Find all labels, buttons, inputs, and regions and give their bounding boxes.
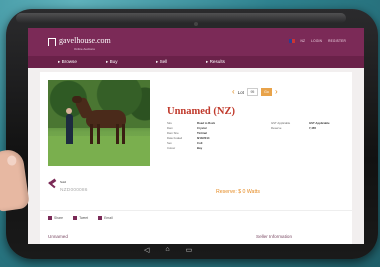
spec-value: Road to Rock <box>197 122 215 125</box>
logo[interactable]: gavelhouse.com <box>48 36 111 46</box>
spec-value-text: GST Applicable <box>309 121 330 125</box>
camera-icon <box>194 22 198 26</box>
handler-figure <box>66 114 73 144</box>
logo-text: gavelhouse.com <box>59 36 111 45</box>
site-header: gavelhouse.com Online Auctions NZ LOGIN … <box>28 28 364 56</box>
next-lot-icon[interactable]: › <box>275 88 278 96</box>
horse-head <box>72 96 82 103</box>
email-button[interactable]: Email <box>98 216 113 220</box>
spec-row: Sex <box>167 142 172 145</box>
spec-row: Colour <box>167 147 175 150</box>
spec-value-text: Crystal <box>197 126 207 130</box>
spec-key: Dam Sire <box>167 131 179 135</box>
spec-value-text: Road to Rock <box>197 121 216 125</box>
nav-browse-label: Browse <box>61 59 77 64</box>
spec-row: Reserve <box>271 127 281 130</box>
spec-key: Dam <box>167 126 173 130</box>
tweet-label: Tweet <box>79 216 89 220</box>
spec-value-text: Colt <box>197 141 203 145</box>
nav-buy-label: Buy <box>109 59 118 64</box>
spec-value: Crystal <box>197 127 206 130</box>
home-icon[interactable]: ⌂ <box>165 246 169 254</box>
logo-subtitle: Online Auctions <box>74 47 95 51</box>
share-row: Share Tweet Email <box>48 216 113 220</box>
twitter-icon <box>73 216 78 220</box>
spec-key: GST Applicable <box>271 121 291 125</box>
recent-apps-icon[interactable]: ▭ <box>186 246 193 254</box>
nav-browse[interactable]: ▸ Browse <box>58 59 77 65</box>
spec-value: 7,465 <box>309 127 316 130</box>
gavel-icon <box>48 178 57 189</box>
spec-row: Dam <box>167 127 173 130</box>
spec-value: Tintinal <box>197 132 207 135</box>
back-icon[interactable]: ◁ <box>144 246 149 254</box>
spec-key: Reserve <box>271 126 282 130</box>
section-heading-left: Unnamed <box>48 234 68 239</box>
horse-photo[interactable] <box>48 80 150 166</box>
section-heading-right: Seller Information <box>256 234 293 239</box>
nav-results[interactable]: ▸ Results <box>206 59 225 65</box>
spec-row: Date Foaled <box>167 137 182 140</box>
spec-row: Sire <box>167 122 172 125</box>
lot-label: Lot <box>237 89 244 95</box>
spec-key: Sex <box>167 141 172 145</box>
share-button[interactable]: Share <box>48 216 63 220</box>
lot-navigator: ‹ Lot 95 Go › <box>232 88 278 96</box>
reserve-status: Reserve: $ 0 Watts <box>216 189 260 195</box>
spec-value-text: Tintinal <box>197 131 207 135</box>
region-link[interactable]: NZ <box>301 39 306 43</box>
spec-value: 8/10/2014 <box>197 137 209 140</box>
share-label: Share <box>54 216 64 220</box>
nav-sell-label: Sell <box>159 59 168 64</box>
tablet-screen: gavelhouse.com Online Auctions NZ LOGIN … <box>28 28 364 244</box>
top-links: NZ LOGIN REGISTER <box>288 39 346 43</box>
flag-icon <box>288 39 295 43</box>
spec-key: Sire <box>167 121 172 125</box>
spec-value-text: 8/10/2014 <box>197 136 210 140</box>
spec-value-text: 7,465 <box>309 126 316 130</box>
nav-results-label: Results <box>209 59 225 64</box>
horse-leg <box>116 124 119 144</box>
prev-lot-icon[interactable]: ‹ <box>232 88 235 96</box>
horse-leg <box>97 124 100 144</box>
tweet-button[interactable]: Tweet <box>73 216 88 220</box>
divider <box>40 210 352 211</box>
register-link[interactable]: REGISTER <box>328 39 346 43</box>
lot-go-button[interactable]: Go <box>260 88 272 96</box>
email-label: Email <box>104 216 113 220</box>
horse-leg <box>90 124 93 144</box>
nav-buy[interactable]: ▸ Buy <box>106 59 118 65</box>
thumbnail <box>6 154 17 167</box>
lot-number-input[interactable]: 95 <box>246 88 258 96</box>
spec-value-text: Bay <box>197 146 203 150</box>
system-nav-bar: ◁ ⌂ ▭ <box>144 246 192 254</box>
nav-sell[interactable]: ▸ Sell <box>156 59 167 65</box>
spec-row: GST Applicable <box>271 122 290 125</box>
horse-leg <box>122 124 125 144</box>
listing-title: Unnamed (NZ) <box>167 106 235 117</box>
spec-value: Colt <box>197 142 202 145</box>
sold-label: Sold <box>60 180 67 184</box>
house-icon <box>48 38 56 46</box>
tablet-sheen <box>16 13 346 23</box>
main-nav: ▸ Browse ▸ Buy ▸ Sell ▸ Results <box>28 56 364 68</box>
listing-panel: ‹ Lot 95 Go › Unnamed (NZ) Sire Road to … <box>40 72 352 244</box>
spec-row: Dam Sire <box>167 132 179 135</box>
login-link[interactable]: LOGIN <box>311 39 322 43</box>
spec-value: GST Applicable <box>309 122 330 125</box>
email-icon <box>98 216 103 220</box>
buyer-id: NZD000086 <box>60 188 88 193</box>
spec-key: Date Foaled <box>167 136 183 140</box>
facebook-icon <box>48 216 52 220</box>
spec-key: Colour <box>167 146 176 150</box>
spec-value: Bay <box>197 147 202 150</box>
